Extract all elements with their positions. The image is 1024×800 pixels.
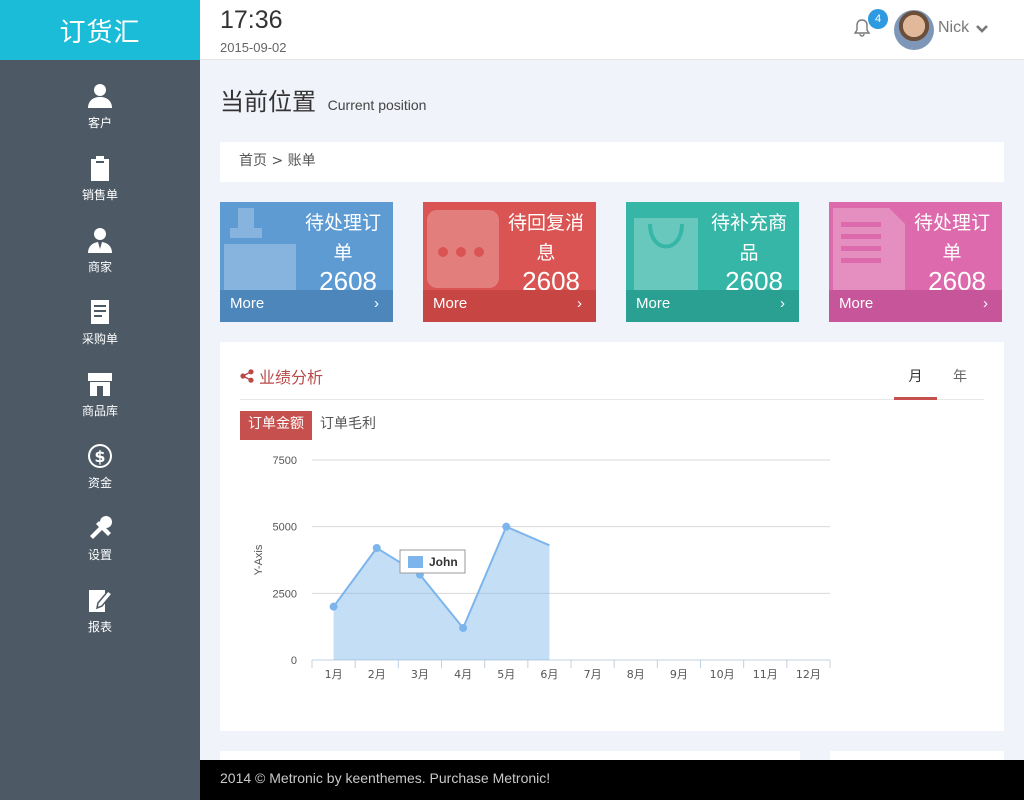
more-link[interactable]: More › — [829, 290, 1002, 322]
store-icon — [88, 372, 112, 396]
tools-icon — [90, 515, 112, 539]
avatar[interactable] — [894, 10, 934, 50]
notification-badge[interactable]: 4 — [868, 9, 888, 29]
sidebar-item-label: 销售单 — [81, 187, 118, 202]
sidebar-item-product-library[interactable]: 商品库 — [0, 358, 200, 430]
sidebar-nav: 客户 销售单 商家 采购单 商品库 $ 资金 设置 报表 — [0, 60, 200, 646]
y-tick-label: 5000 — [273, 522, 297, 534]
tab-year[interactable]: 年 — [945, 366, 975, 400]
portlet-header: 业绩分析 月 年 — [240, 362, 984, 400]
legend-label: John — [429, 555, 458, 569]
stat-label: 待处理订单 — [913, 212, 990, 264]
x-tick-label: 11月 — [753, 668, 778, 681]
chevron-right-icon: › — [780, 295, 785, 312]
document-icon — [91, 299, 109, 324]
x-tick-label: 3月 — [411, 668, 429, 681]
stat-label: 待回复消息 — [507, 212, 584, 264]
x-tick-label: 6月 — [540, 668, 558, 681]
portlet-title: 业绩分析 — [240, 364, 323, 388]
chevron-right-icon: › — [983, 295, 988, 312]
subtabs: 订单金额 订单毛利 — [240, 411, 384, 440]
y-tick-label: 2500 — [273, 588, 297, 600]
performance-chart: 0 2500 5000 7500 1月 2月 3月 4月 5月 6月 7月 8月 9月 10月 11月 12月… — [253, 455, 831, 681]
user-icon — [88, 83, 112, 108]
x-tick-label: 10月 — [710, 668, 735, 681]
sidebar-item-label: 设置 — [87, 547, 112, 562]
y-tick-label: 7500 — [273, 455, 297, 467]
sidebar-item-settings[interactable]: 设置 — [0, 502, 200, 574]
edit-report-icon — [89, 589, 114, 612]
sidebar-item-label: 报表 — [87, 619, 112, 634]
page-subtitle: Current position — [327, 97, 427, 113]
more-link[interactable]: More › — [220, 290, 393, 322]
x-tick-label: 1月 — [325, 668, 343, 681]
more-label: More — [636, 295, 671, 312]
y-axis-label: Y-Axis — [253, 544, 265, 575]
clipboard-icon — [91, 155, 109, 181]
dollar-icon: $ — [88, 443, 112, 468]
sidebar-item-label: 客户 — [87, 115, 112, 130]
sidebar-item-sales-orders[interactable]: 销售单 — [0, 142, 200, 214]
sidebar-item-purchase-orders[interactable]: 采购单 — [0, 286, 200, 358]
legend-swatch — [408, 556, 423, 568]
chevron-right-icon: › — [374, 295, 379, 312]
tab-month[interactable]: 月 — [894, 366, 937, 400]
sidebar-item-label: 商品库 — [81, 403, 118, 418]
stat-card-pending-products[interactable]: 待补充商品 2608 More › — [626, 202, 799, 322]
sidebar-item-label: 商家 — [87, 259, 112, 274]
more-label: More — [839, 295, 874, 312]
x-tick-label: 4月 — [454, 668, 472, 681]
portlet-title-text: 业绩分析 — [259, 368, 324, 387]
chevron-right-icon: › — [577, 295, 582, 312]
data-point — [459, 624, 468, 632]
merchant-icon — [88, 227, 112, 253]
x-tick-label: 5月 — [497, 668, 515, 681]
sidebar-item-merchants[interactable]: 商家 — [0, 214, 200, 286]
sidebar-item-customers[interactable]: 客户 — [0, 70, 200, 142]
sidebar-item-funds[interactable]: $ 资金 — [0, 430, 200, 502]
x-tick-label: 2月 — [368, 668, 386, 681]
data-point — [372, 544, 381, 552]
x-tick-label: 8月 — [627, 668, 645, 681]
stat-card-pending-orders[interactable]: 待处理订单 2608 More › — [220, 202, 393, 322]
handbag-icon — [224, 208, 296, 294]
sidebar-item-reports[interactable]: 报表 — [0, 574, 200, 646]
current-time: 17:36 — [220, 6, 283, 34]
footer: 2014 © Metronic by keenthemes. Purchase … — [200, 760, 1024, 800]
stat-card-pending-orders-2[interactable]: 待处理订单 2608 More › — [829, 202, 1002, 322]
current-date: 2015-09-02 — [220, 40, 287, 55]
more-label: More — [230, 295, 265, 312]
username[interactable]: Nick — [938, 19, 969, 37]
chat-icon — [427, 210, 499, 288]
share-icon — [240, 369, 254, 383]
chevron-down-icon[interactable] — [975, 22, 989, 36]
page-title: 当前位置 Current position — [220, 82, 426, 117]
stat-card-pending-messages[interactable]: 待回复消息 2608 More › — [423, 202, 596, 322]
x-tick-label: 12月 — [796, 668, 821, 681]
stat-label: 待处理订单 — [304, 212, 381, 264]
subtab-order-profit[interactable]: 订单毛利 — [312, 411, 384, 440]
stat-label: 待补充商品 — [710, 212, 787, 264]
performance-portlet: 业绩分析 月 年 订单金额 订单毛利 0 2500 5000 7500 1月 2月 3月 4月… — [220, 342, 1004, 731]
brand-logo[interactable]: 订货汇 — [0, 0, 200, 60]
more-label: More — [433, 295, 468, 312]
top-header: 17:36 2015-09-02 4 Nick — [200, 0, 1024, 60]
data-point — [502, 522, 511, 531]
x-tick-label: 9月 — [670, 668, 688, 681]
sidebar: 订货汇 客户 销售单 商家 采购单 商品库 $ 资金 设置 报表 — [0, 0, 200, 800]
shopping-bag-icon — [634, 218, 698, 294]
more-link[interactable]: More › — [423, 290, 596, 322]
page-title-text: 当前位置 — [220, 88, 316, 116]
x-tick-label: 7月 — [584, 668, 602, 681]
breadcrumb[interactable]: 首页 > 账单 — [220, 142, 1004, 182]
data-point — [329, 602, 338, 611]
svg-text:$: $ — [94, 447, 105, 466]
sidebar-item-label: 资金 — [87, 475, 112, 490]
sidebar-item-label: 采购单 — [81, 331, 118, 346]
more-link[interactable]: More › — [626, 290, 799, 322]
subtab-order-amount[interactable]: 订单金额 — [240, 411, 312, 440]
y-tick-label: 0 — [291, 655, 297, 667]
file-icon — [833, 208, 905, 294]
